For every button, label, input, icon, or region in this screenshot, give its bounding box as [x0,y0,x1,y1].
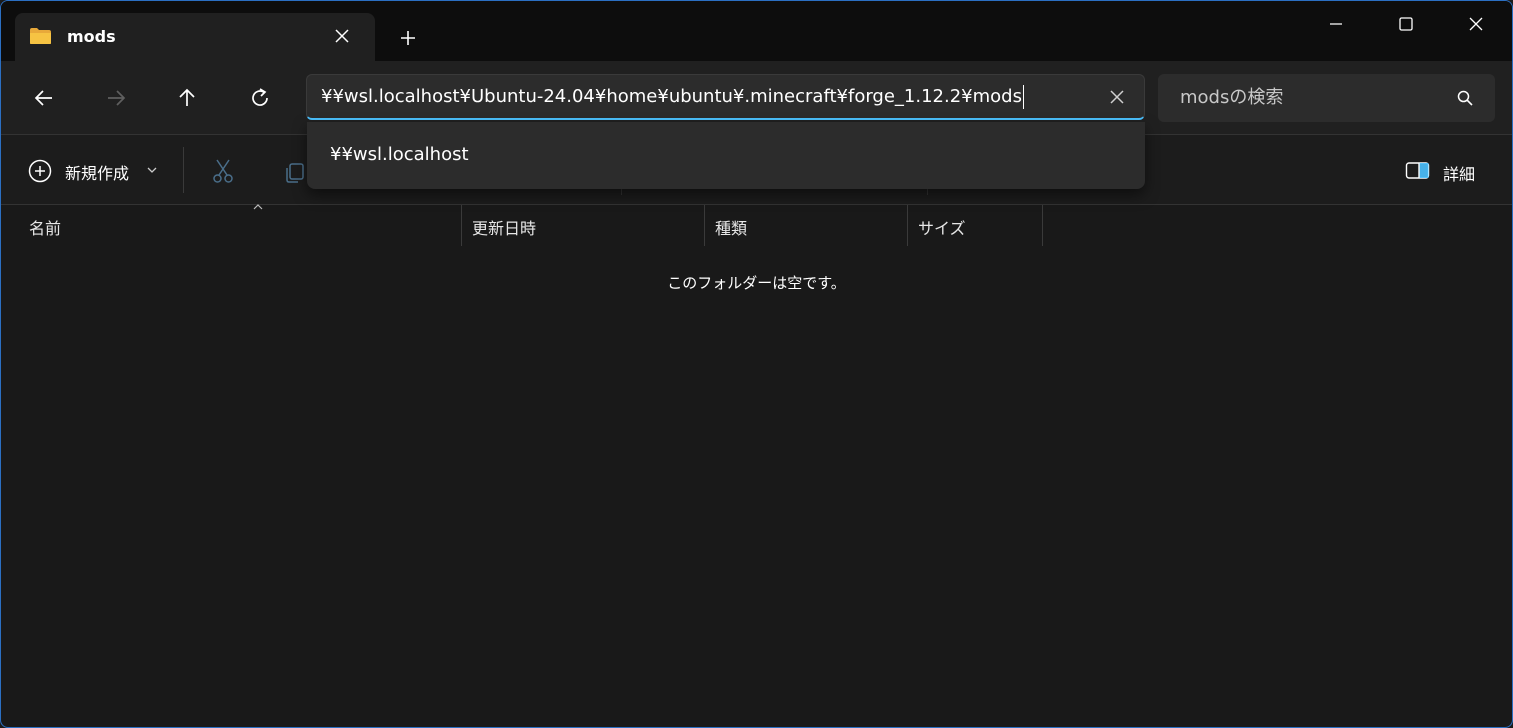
file-explorer-window: mods ¥¥wsl.localhost¥Ubuntu-24.04¥home¥u… [0,0,1513,728]
column-label: 名前 [29,219,62,238]
up-arrow-icon[interactable] [174,85,200,111]
details-label: 詳細 [1443,165,1476,184]
empty-folder-message: このフォルダーは空です。 [667,274,846,292]
close-window-button[interactable] [1441,1,1511,47]
folder-icon [30,28,51,44]
maximize-button[interactable] [1371,1,1441,47]
chevron-down-icon [147,167,157,173]
column-label: サイズ [918,219,966,238]
copy-icon[interactable] [283,161,307,185]
sort-ascending-icon [253,204,263,210]
column-headers: 名前 更新日時 種類 サイズ [1,204,1512,246]
minimize-icon [1330,23,1342,25]
column-divider[interactable] [1042,205,1043,246]
new-button-label: 新規作成 [65,164,130,183]
close-icon [1469,17,1483,31]
tab-mods[interactable]: mods [15,13,375,61]
column-header-modified[interactable]: 更新日時 [462,205,705,246]
minimize-button[interactable] [1301,1,1371,47]
column-label: 種類 [715,219,748,238]
address-path: ¥¥wsl.localhost¥Ubuntu-24.04¥home¥ubuntu… [321,86,1022,107]
refresh-icon[interactable] [247,85,273,111]
address-suggestions-dropdown: ¥¥wsl.localhost [307,122,1145,189]
column-header-type[interactable]: 種類 [705,205,908,246]
forward-arrow-icon[interactable] [103,85,129,111]
search-icon[interactable] [1456,89,1474,107]
column-header-name[interactable]: 名前 [19,204,462,246]
suggestion-item[interactable]: ¥¥wsl.localhost [330,144,469,165]
details-pane-icon [1405,162,1430,179]
text-caret [1022,85,1024,109]
new-button[interactable]: 新規作成 [27,155,167,185]
details-pane-button[interactable]: 詳細 [1405,159,1485,185]
search-box[interactable] [1158,74,1495,122]
maximize-icon [1399,17,1413,31]
back-arrow-icon[interactable] [31,85,57,111]
column-header-size[interactable]: サイズ [908,205,1043,246]
add-circle-icon [28,159,52,183]
search-input[interactable] [1180,74,1440,122]
tab-title: mods [67,27,116,46]
address-input[interactable]: ¥¥wsl.localhost¥Ubuntu-24.04¥home¥ubuntu… [321,75,1101,119]
cut-scissors-icon[interactable] [209,157,237,185]
column-label: 更新日時 [472,219,537,238]
toolbar-divider [183,147,184,193]
title-bar: mods [1,1,1512,61]
address-bar[interactable]: ¥¥wsl.localhost¥Ubuntu-24.04¥home¥ubuntu… [306,74,1145,120]
new-tab-plus-icon[interactable] [397,27,419,49]
close-tab-icon[interactable] [331,25,353,47]
clear-address-icon[interactable] [1107,87,1127,107]
